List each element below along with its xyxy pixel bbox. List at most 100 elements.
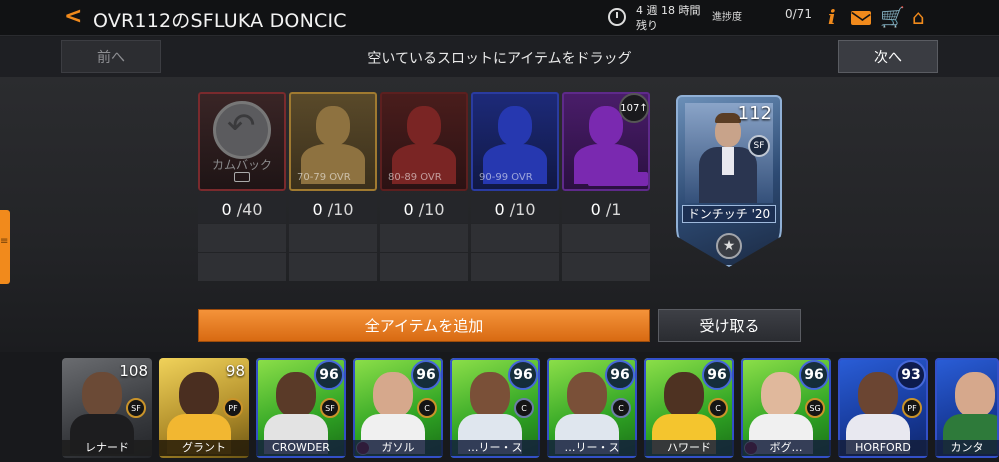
card-position-badge: PF — [902, 398, 922, 418]
slot-tier-label: 70-79 OVR — [297, 172, 351, 183]
card-position-badge: C — [417, 398, 437, 418]
card-position-badge: C — [514, 398, 534, 418]
card-ovr: 108 — [119, 362, 148, 380]
empty-item-slot[interactable] — [471, 253, 559, 281]
slot-count: 0 /10 — [471, 196, 559, 223]
slot-count-total: /10 — [418, 200, 445, 219]
card-ovr: 96 — [702, 360, 732, 390]
slot-count-current: 0 — [221, 200, 232, 219]
sub-header: 前へ 空いているスロットにアイテムをドラッグ 次へ — [0, 37, 999, 77]
comeback-arrow-icon — [213, 101, 271, 159]
card-position-badge: SF — [126, 398, 146, 418]
time-remaining-value: 4 週 18 時間 — [636, 4, 701, 17]
slot-count: 0 /40 — [198, 196, 286, 223]
slot-90-99[interactable]: 90-99 OVR — [471, 92, 559, 191]
star-icon: ★ — [716, 233, 742, 259]
ovr-requirement-badge: 107↑ — [619, 93, 649, 123]
side-drawer-handle[interactable] — [0, 210, 10, 284]
progress-label: 進捗度 — [712, 12, 742, 23]
card-ovr: 96 — [508, 360, 538, 390]
slot-80-89[interactable]: 80-89 OVR — [380, 92, 468, 191]
back-chevron-icon[interactable]: < — [64, 6, 82, 28]
player-shirt — [722, 147, 734, 175]
card-player-name: ボグ… — [741, 440, 831, 456]
inventory-card[interactable]: 96 C …リー・ス — [547, 358, 637, 458]
stopwatch-icon — [608, 8, 626, 26]
empty-item-slot[interactable] — [562, 224, 650, 252]
card-position-badge: C — [611, 398, 631, 418]
card-ovr: 96 — [411, 360, 441, 390]
slot-count-total: /10 — [509, 200, 536, 219]
empty-item-slot[interactable] — [198, 224, 286, 252]
card-ovr: 93 — [896, 360, 926, 390]
inventory-card[interactable]: 96 C ガソル — [353, 358, 443, 458]
slot-count-current: 0 — [590, 200, 601, 219]
inventory-card[interactable]: 98 PF グラント — [159, 358, 249, 458]
card-player-name: レナード — [62, 440, 152, 456]
time-remaining-label: 残り — [636, 19, 658, 32]
card-ovr: 96 — [314, 360, 344, 390]
player-face — [179, 372, 219, 418]
slot-count-current: 0 — [403, 200, 414, 219]
slot-count-current: 0 — [494, 200, 505, 219]
card-player-name: CROWDER — [256, 440, 346, 456]
card-player-name: …リー・ス — [450, 440, 540, 456]
empty-item-slot[interactable] — [289, 253, 377, 281]
card-player-name: HORFORD — [838, 440, 928, 456]
empty-item-slot[interactable] — [289, 224, 377, 252]
inventory-card[interactable]: カンタ — [935, 358, 999, 458]
card-position-badge: SF — [748, 135, 770, 157]
card-ovr: 96 — [799, 360, 829, 390]
empty-item-slot[interactable] — [198, 253, 286, 281]
slot-count-current: 0 — [312, 200, 323, 219]
home-icon[interactable]: ⌂ — [912, 7, 925, 27]
card-player-name: …リー・ス — [547, 440, 637, 456]
slot-tier-label: 90-99 OVR — [479, 172, 533, 183]
card-player-name: カンタ — [935, 440, 999, 456]
cart-icon[interactable]: 🛒 — [880, 7, 905, 27]
time-remaining: 4 週 18 時間 残り — [636, 3, 701, 33]
inventory-card[interactable]: 96 SG ボグ… — [741, 358, 831, 458]
card-position-badge: PF — [223, 398, 243, 418]
card-position-badge: SG — [805, 398, 825, 418]
info-icon[interactable]: i — [828, 7, 836, 27]
slot-count: 0 /1 — [562, 196, 650, 223]
reward-player-card[interactable]: 112 SF ドンチッチ '20 ★ — [676, 95, 782, 267]
receive-button[interactable]: 受け取る — [658, 309, 801, 342]
top-bar: < OVR112のSFLUKA DONCIC 4 週 18 時間 残り 進捗度 … — [0, 0, 999, 36]
player-face — [82, 372, 122, 418]
card-position-badge: C — [708, 398, 728, 418]
progress-value: 0/71 — [785, 7, 812, 21]
slot-label: カムバック — [211, 158, 272, 172]
slot-name-strip — [588, 172, 648, 186]
slot-comeback[interactable]: カムバック — [198, 92, 286, 191]
card-ovr: 96 — [605, 360, 635, 390]
mail-icon[interactable] — [851, 11, 871, 25]
inventory-card[interactable]: 96 C …リー・ス — [450, 358, 540, 458]
empty-item-slot[interactable] — [471, 224, 559, 252]
card-position-badge: SF — [320, 398, 340, 418]
card-player-name: ガソル — [353, 440, 443, 456]
card-ovr: 98 — [225, 362, 245, 380]
next-button[interactable]: 次へ — [838, 40, 938, 73]
page-title: OVR112のSFLUKA DONCIC — [93, 10, 347, 32]
empty-item-slot[interactable] — [562, 253, 650, 281]
inventory-card[interactable]: 93 PF HORFORD — [838, 358, 928, 458]
slot-count-total: /10 — [327, 200, 354, 219]
inventory-card[interactable]: 108 SF レナード — [62, 358, 152, 458]
card-player-name: グラント — [159, 440, 249, 456]
slot-count: 0 /10 — [380, 196, 468, 223]
inventory-card[interactable]: 96 SF CROWDER — [256, 358, 346, 458]
empty-item-slot[interactable] — [380, 224, 468, 252]
slot-count-total: /40 — [236, 200, 263, 219]
add-all-items-button[interactable]: 全アイテムを追加 — [198, 309, 650, 342]
card-ovr: 112 — [737, 103, 772, 124]
stack-icon — [234, 172, 250, 182]
card-player-name: ドンチッチ '20 — [682, 205, 776, 223]
slot-count: 0 /10 — [289, 196, 377, 223]
slot-70-79[interactable]: 70-79 OVR — [289, 92, 377, 191]
inventory-card[interactable]: 96 C ハワード — [644, 358, 734, 458]
card-player-name: ハワード — [644, 440, 734, 456]
empty-item-slot[interactable] — [380, 253, 468, 281]
slot-tier-label: 80-89 OVR — [388, 172, 442, 183]
